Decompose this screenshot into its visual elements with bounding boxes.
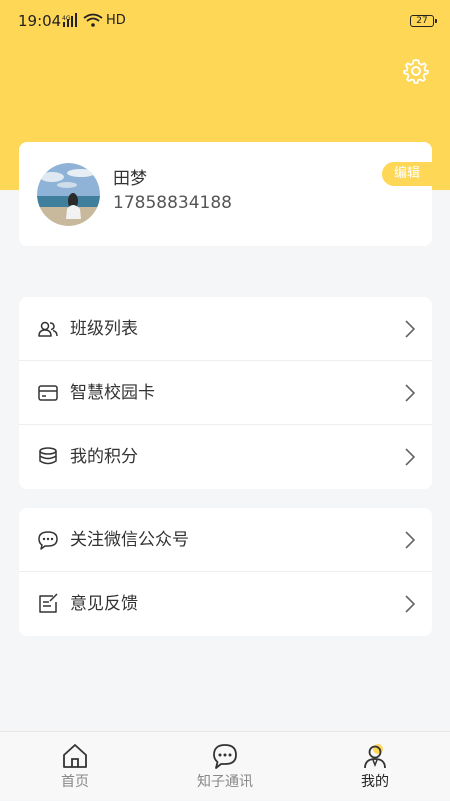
nav-label: 我的 bbox=[361, 774, 389, 790]
home-icon bbox=[63, 744, 87, 768]
menu-label: 我的积分 bbox=[70, 447, 138, 467]
chevron-right-icon bbox=[405, 384, 416, 402]
menu-label: 关注微信公众号 bbox=[70, 530, 189, 550]
coins-icon bbox=[39, 447, 57, 465]
profile-card[interactable]: 田梦 17858834188 编辑 bbox=[19, 142, 432, 246]
battery-icon: 27 bbox=[410, 15, 437, 27]
menu-item-my-points[interactable]: 我的积分 bbox=[19, 425, 432, 489]
users-icon bbox=[38, 321, 58, 337]
menu-item-feedback[interactable]: 意见反馈 bbox=[19, 572, 432, 636]
menu-item-class-list[interactable]: 班级列表 bbox=[19, 297, 432, 361]
feedback-icon bbox=[39, 593, 58, 613]
menu-item-campus-card[interactable]: 智慧校园卡 bbox=[19, 361, 432, 425]
settings-gear-icon[interactable] bbox=[402, 57, 430, 85]
menu-group-1: 班级列表 智慧校园卡 我的积分 bbox=[19, 297, 432, 489]
nav-label: 首页 bbox=[61, 774, 89, 790]
card-icon bbox=[38, 385, 58, 401]
menu-item-follow-wechat[interactable]: 关注微信公众号 bbox=[19, 508, 432, 572]
user-name: 田梦 bbox=[113, 169, 147, 189]
chevron-right-icon bbox=[405, 320, 416, 338]
chevron-right-icon bbox=[405, 448, 416, 466]
edit-profile-button[interactable]: 编辑 bbox=[382, 162, 432, 186]
menu-label: 班级列表 bbox=[70, 319, 138, 339]
nav-item-profile[interactable]: 我的 bbox=[300, 732, 450, 801]
menu-group-2: 关注微信公众号 意见反馈 bbox=[19, 508, 432, 636]
user-phone: 17858834188 bbox=[113, 193, 232, 213]
status-time: 19:04 bbox=[18, 12, 62, 30]
chat-bubble-icon bbox=[38, 531, 58, 550]
status-bar: 19:04 4G HD 27 bbox=[0, 0, 450, 44]
network-type: HD bbox=[106, 13, 126, 28]
menu-label: 意见反馈 bbox=[70, 594, 138, 614]
nav-label: 知子通讯 bbox=[197, 774, 253, 790]
nav-item-messages[interactable]: 知子通讯 bbox=[150, 732, 300, 801]
chevron-right-icon bbox=[405, 595, 416, 613]
avatar[interactable] bbox=[37, 163, 100, 226]
profile-icon bbox=[364, 744, 386, 769]
nav-item-home[interactable]: 首页 bbox=[0, 732, 150, 801]
bottom-nav: 首页 知子通讯 我的 bbox=[0, 731, 450, 800]
svg-text:4G: 4G bbox=[62, 15, 71, 22]
message-icon bbox=[213, 744, 237, 769]
menu-label: 智慧校园卡 bbox=[70, 383, 155, 403]
chevron-right-icon bbox=[405, 531, 416, 549]
